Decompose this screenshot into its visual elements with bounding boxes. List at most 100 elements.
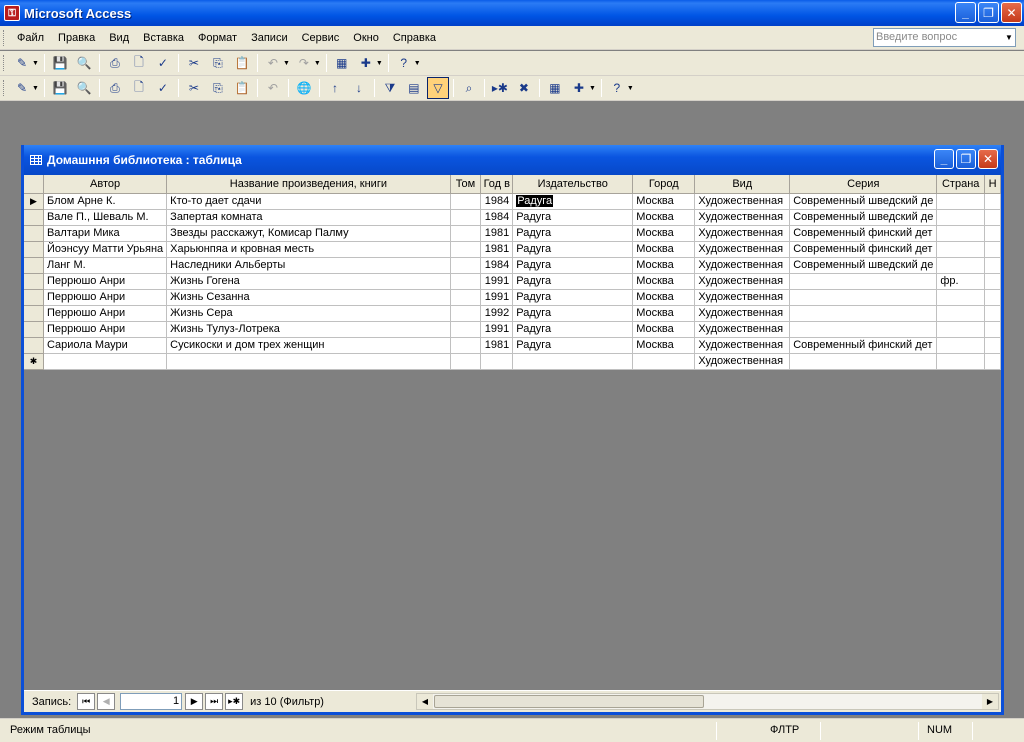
table-row[interactable]: Перрюшо Анри Жизнь Сера 1992 Радуга Москва Ху… (24, 305, 1001, 322)
table-cell[interactable]: Радуга (512, 257, 634, 274)
table-cell[interactable]: Радуга (512, 273, 634, 290)
menu-insert[interactable]: Вставка (136, 28, 191, 48)
close-button[interactable]: ✕ (1001, 2, 1022, 23)
table-cell[interactable] (450, 209, 482, 226)
table-cell[interactable]: 1992 (480, 305, 514, 322)
table-cell[interactable]: 1981 (480, 225, 514, 242)
table-cell[interactable] (450, 257, 482, 274)
table-row[interactable]: Перрюшо Анри Жизнь Тулуз-Лотрека 1991 Радуг… (24, 321, 1001, 338)
table-cell[interactable] (450, 225, 482, 242)
help-dropdown-icon[interactable]: ▼ (414, 60, 421, 67)
menu-edit[interactable]: Правка (51, 28, 102, 48)
table-cell[interactable]: Радуга (512, 241, 634, 258)
table-cell[interactable]: фр. (936, 273, 986, 290)
spelling-icon[interactable]: ✓ (152, 52, 174, 74)
table-cell[interactable]: Перрюшо Анри (43, 273, 168, 290)
table-cell[interactable] (450, 289, 482, 306)
table-cell[interactable]: Жизнь Гогена (166, 273, 451, 290)
table-cell[interactable]: 1991 (480, 273, 514, 290)
table-cell[interactable]: Художественная (694, 273, 791, 290)
database-window-icon[interactable]: ▦ (544, 77, 566, 99)
table-cell[interactable] (984, 209, 1001, 226)
table-cell[interactable] (450, 321, 482, 338)
new-record-nav-icon[interactable]: ▸✱ (225, 693, 244, 710)
table-cell[interactable] (936, 305, 986, 322)
table-cell[interactable] (43, 353, 168, 370)
redo-dropdown-icon[interactable]: ▼ (314, 60, 321, 67)
table-cell[interactable]: Художественная (694, 257, 791, 274)
row-selector[interactable]: ✱ (24, 353, 44, 370)
copy-icon[interactable]: ⎘ (207, 77, 229, 99)
last-record-icon[interactable]: ⏭ (205, 693, 224, 710)
table-cell[interactable]: 1991 (480, 321, 514, 338)
scroll-right-icon[interactable]: ▶ (982, 694, 998, 709)
minimize-button[interactable]: _ (955, 2, 976, 23)
table-cell[interactable]: Современный шведский де (789, 193, 938, 210)
table-cell[interactable]: Москва (632, 225, 696, 242)
new-object-dropdown-icon[interactable]: ▼ (589, 85, 596, 92)
table-cell[interactable]: Радуга (512, 321, 634, 338)
column-header[interactable]: Н (984, 175, 1001, 194)
table-cell[interactable]: Художественная (694, 193, 791, 210)
row-selector[interactable] (24, 289, 44, 306)
table-cell[interactable] (936, 257, 986, 274)
table-cell[interactable]: Радуга (512, 225, 634, 242)
apply-filter-icon[interactable]: ▽ (426, 77, 449, 99)
sort-descending-icon[interactable]: ↓ (348, 77, 370, 99)
table-cell[interactable] (984, 353, 1001, 370)
copy-icon[interactable]: ⎘ (207, 52, 229, 74)
table-cell[interactable] (166, 353, 451, 370)
table-cell[interactable]: Запертая комната (166, 209, 451, 226)
table-cell[interactable]: Радуга (512, 337, 634, 354)
table-cell[interactable]: Современный шведский де (789, 209, 938, 226)
save-icon[interactable]: 💾 (49, 52, 71, 74)
table-row[interactable]: Перрюшо Анри Жизнь Сезанна 1991 Радуга Москв… (24, 289, 1001, 306)
design-view-icon[interactable]: ✎ (11, 77, 33, 99)
row-selector[interactable] (24, 337, 44, 354)
print-icon[interactable]: ⎙ (104, 52, 126, 74)
table-cell[interactable]: Наследники Альберты (166, 257, 451, 274)
table-cell[interactable] (789, 353, 938, 370)
table-cell[interactable] (936, 289, 986, 306)
paste-icon[interactable]: 📋 (231, 77, 253, 99)
new-record-icon[interactable]: ▸✱ (489, 77, 511, 99)
table-cell[interactable]: Художественная (694, 209, 791, 226)
undo-dropdown-icon[interactable]: ▼ (283, 60, 290, 67)
table-cell[interactable] (480, 353, 514, 370)
table-cell[interactable] (789, 321, 938, 338)
table-cell[interactable]: Йоэнсуу Матти Урьяна (43, 241, 168, 258)
table-cell[interactable]: Художественная (694, 353, 791, 370)
table-cell[interactable]: Художественная (694, 289, 791, 306)
table-cell[interactable]: Художественная (694, 305, 791, 322)
undo-icon[interactable]: ↶ (262, 77, 284, 99)
table-restore-button[interactable]: ❐ (956, 149, 976, 169)
table-cell[interactable] (936, 321, 986, 338)
first-record-icon[interactable]: ⏮ (77, 693, 96, 710)
table-cell[interactable]: 1981 (480, 241, 514, 258)
sort-ascending-icon[interactable]: ↑ (324, 77, 346, 99)
table-cell[interactable] (450, 193, 482, 210)
table-cell[interactable]: Художественная (694, 337, 791, 354)
table-cell[interactable]: 1981 (480, 337, 514, 354)
column-header[interactable]: Страна (936, 175, 986, 194)
access-key-icon[interactable]: ⚿ (4, 5, 20, 21)
row-selector[interactable] (24, 209, 44, 226)
table-cell[interactable] (984, 225, 1001, 242)
new-object-icon[interactable]: ✚ (355, 52, 377, 74)
table-cell[interactable] (789, 289, 938, 306)
table-cell[interactable]: Современный шведский де (789, 257, 938, 274)
table-cell[interactable]: Перрюшо Анри (43, 321, 168, 338)
table-cell[interactable]: Харьюнпяа и кровная месть (166, 241, 451, 258)
menu-format[interactable]: Формат (191, 28, 244, 48)
table-minimize-button[interactable]: _ (934, 149, 954, 169)
table-cell[interactable] (984, 305, 1001, 322)
table-cell[interactable] (936, 193, 986, 210)
column-header[interactable]: Город (632, 175, 696, 194)
table-cell[interactable]: Кто-то дает сдачи (166, 193, 451, 210)
table-cell[interactable]: Москва (632, 273, 696, 290)
table-cell[interactable] (450, 273, 482, 290)
save-icon[interactable]: 💾 (49, 77, 71, 99)
table-cell[interactable] (984, 337, 1001, 354)
menu-file[interactable]: Файл (10, 28, 51, 48)
table-cell[interactable]: Ланг М. (43, 257, 168, 274)
